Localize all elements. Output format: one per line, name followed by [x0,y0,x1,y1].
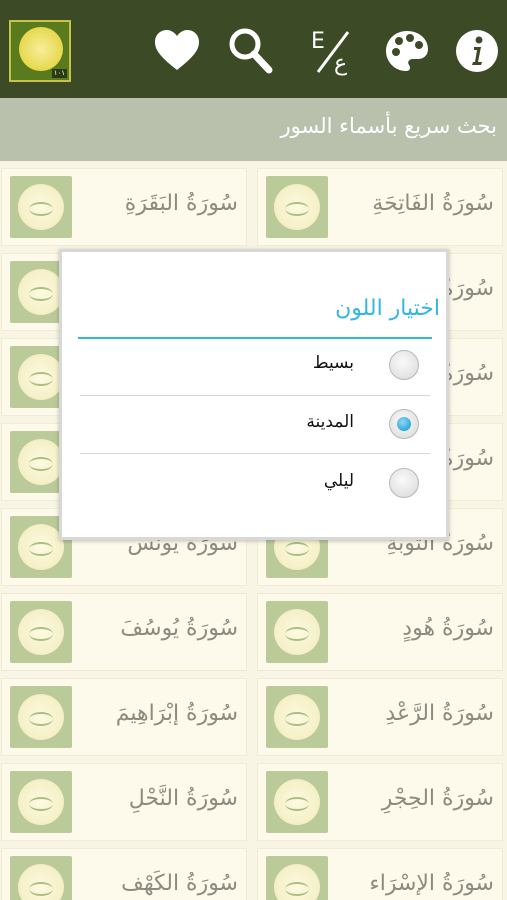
option-madinah-label: المدينة [306,412,354,432]
dialog-title: اختيار اللون [335,296,440,321]
svg-text:E: E [311,29,325,54]
logo-emblem [19,27,63,71]
language-toggle-icon[interactable]: E ع [308,26,358,76]
option-basic[interactable]: بسيط [78,337,432,395]
option-night[interactable]: ليلي [78,455,432,513]
search-icon[interactable] [226,26,276,76]
option-divider [80,453,430,454]
quick-search-bar[interactable]: بحث سريع بأسماء السور [0,98,507,161]
color-choice-dialog: اختيار اللون بسيط المدينة ليلي [59,249,449,540]
quick-search-label: بحث سريع بأسماء السور [280,114,497,138]
option-basic-label: بسيط [312,353,354,373]
radio-night[interactable] [389,468,419,498]
app-badge: ١٠١ [51,69,67,78]
option-madinah[interactable]: المدينة [78,396,432,454]
radio-madinah[interactable] [389,409,419,439]
info-icon[interactable] [452,26,502,76]
favorites-heart-icon[interactable] [152,26,202,76]
option-night-label: ليلي [323,471,354,491]
palette-icon[interactable] [382,26,432,76]
svg-text:ع: ع [334,51,347,76]
app-logo[interactable]: ١٠١ [9,20,71,82]
radio-basic[interactable] [389,350,419,380]
top-toolbar: ١٠١ E ع [0,0,507,98]
